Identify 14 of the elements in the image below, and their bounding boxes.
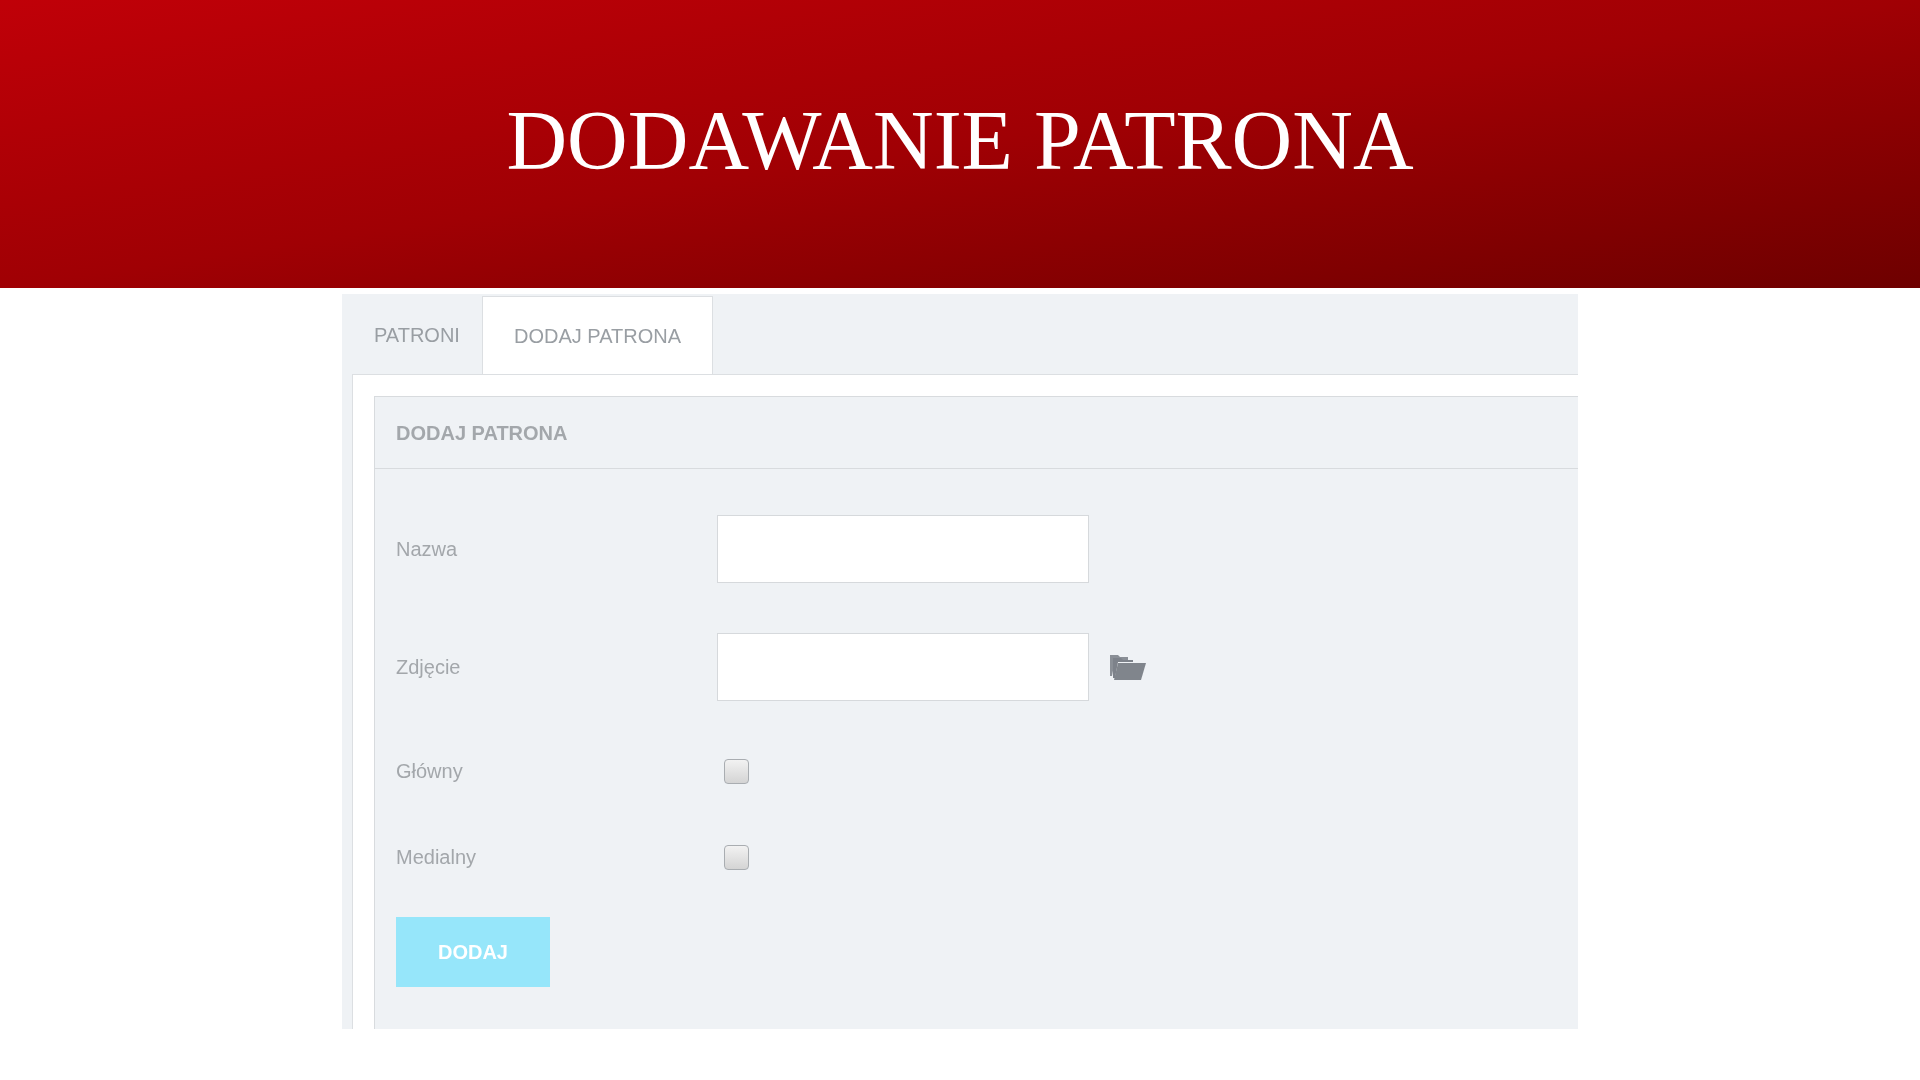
field-label: Główny — [396, 759, 464, 784]
field-label: Zdjęcie — [396, 655, 462, 680]
checkbox[interactable] — [724, 758, 749, 784]
submit-button[interactable]: DODAJ — [396, 917, 550, 987]
field-label: Medialny — [396, 845, 478, 870]
text-field[interactable] — [717, 515, 1089, 583]
checkbox[interactable] — [724, 844, 749, 870]
field-label: Nazwa — [396, 537, 459, 562]
slide-title: DODAWANIE PATRONA — [506, 99, 1414, 183]
tab[interactable]: DODAJ PATRONA — [481, 296, 713, 374]
tab[interactable]: PATRONI — [352, 296, 482, 374]
file-path-field[interactable] — [717, 633, 1089, 701]
panel-title: DODAJ PATRONA — [396, 420, 568, 446]
folder-icon[interactable] — [1109, 652, 1147, 682]
